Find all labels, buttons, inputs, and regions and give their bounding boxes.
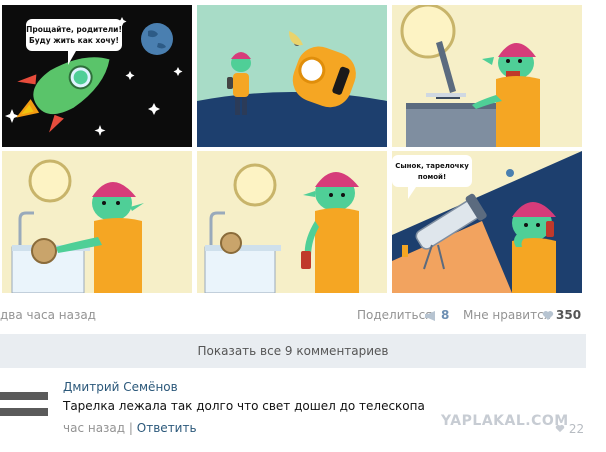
comic-panel-phone xyxy=(197,151,387,293)
watermark-text: YAPLAKAL.COM xyxy=(441,413,569,429)
heart-icon xyxy=(555,424,565,433)
heart-icon[interactable] xyxy=(542,310,554,321)
comment-meta: час назад | Ответить xyxy=(63,421,197,435)
share-count: 8 xyxy=(441,308,450,322)
megaphone-icon[interactable] xyxy=(424,310,438,322)
telescope-speech-line2: помой! xyxy=(418,173,446,181)
like-count: 350 xyxy=(556,308,582,322)
reply-button[interactable]: Ответить xyxy=(137,421,197,435)
comic-panel-telescope: Сынок, тарелочку помой! xyxy=(392,151,582,293)
comment-time[interactable]: час назад xyxy=(63,421,125,435)
comic-panel-capsule xyxy=(197,5,387,147)
telescope-speech-line1: Сынок, тарелочку xyxy=(395,162,469,170)
show-all-comments-button[interactable]: Показать все 9 комментариев xyxy=(0,334,586,368)
avatar[interactable] xyxy=(0,388,48,422)
comic-panel-sink xyxy=(2,151,192,293)
share-button[interactable]: Поделиться xyxy=(357,308,432,322)
comment-meta-separator: | xyxy=(128,421,133,435)
comic-strip[interactable]: Прощайте, родители! Буду жить как хочу! xyxy=(0,0,606,300)
comment-like-button[interactable]: 22 xyxy=(555,422,584,436)
post-time[interactable]: два часа назад xyxy=(0,308,96,322)
comic-panel-computer xyxy=(392,5,582,147)
post-footer: два часа назад Поделиться 8 Мне нравится… xyxy=(0,304,606,328)
like-button[interactable]: Мне нравится xyxy=(463,308,551,322)
comment-item: Дмитрий Семёнов Тарелка лежала так долго… xyxy=(0,376,606,452)
rocket-speech-line1: Прощайте, родители! xyxy=(26,25,122,34)
comment-text: Тарелка лежала так долго что свет дошел … xyxy=(63,399,425,413)
comment-author[interactable]: Дмитрий Семёнов xyxy=(63,380,178,394)
comic-panel-rocket: Прощайте, родители! Буду жить как хочу! xyxy=(2,5,192,147)
comment-like-count: 22 xyxy=(568,422,585,436)
rocket-speech-line2: Буду жить как хочу! xyxy=(29,36,119,45)
